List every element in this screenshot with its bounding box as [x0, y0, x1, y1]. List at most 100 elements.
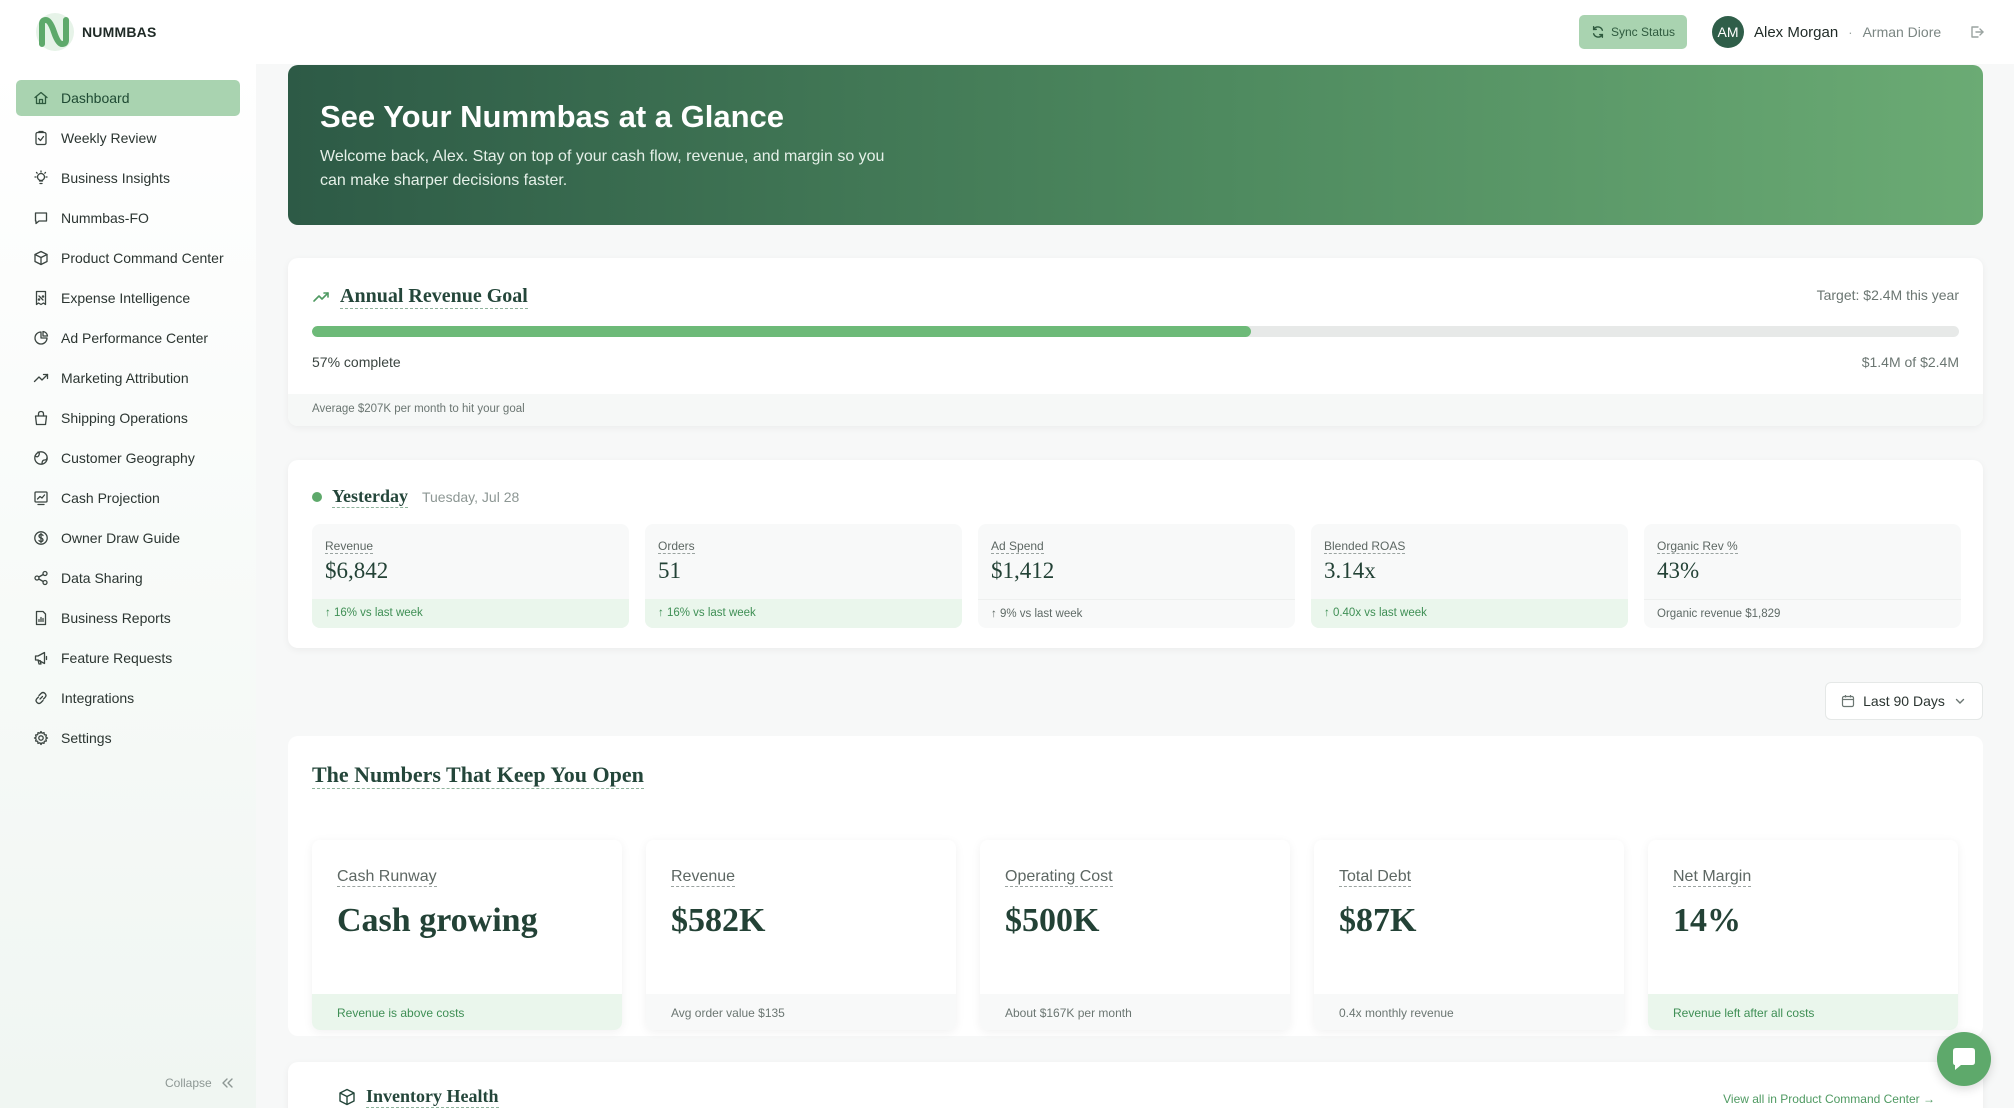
- kpi-change: ↑ 9% vs last week: [978, 599, 1295, 628]
- collapse-button[interactable]: Collapse: [165, 1076, 234, 1090]
- sidebar-item-settings[interactable]: Settings: [16, 720, 240, 756]
- chat-bubble-icon: [1953, 1048, 1975, 1070]
- kpi-label[interactable]: Ad Spend: [991, 539, 1044, 554]
- chart-icon: [34, 491, 48, 506]
- goal-progress-fill: [312, 326, 1251, 337]
- metric-net-margin: Net Margin 14% Revenue left after all cost…: [1648, 840, 1958, 1030]
- metric-note: 0.4x monthly revenue: [1314, 994, 1624, 1030]
- sync-status-button[interactable]: Sync Status: [1579, 15, 1687, 49]
- kpi-label[interactable]: Blended ROAS: [1324, 539, 1406, 554]
- kpi-change: ↑ 0.40x vs last week: [1311, 599, 1628, 628]
- goal-footer: Average $207K per month to hit your goal: [288, 394, 1983, 426]
- kpi-label[interactable]: Organic Rev %: [1657, 539, 1738, 554]
- kpi-value: $1,412: [991, 558, 1055, 583]
- sync-status-label: Sync Status: [1610, 25, 1676, 39]
- goal-progress-bar: [312, 326, 1959, 337]
- date-range-picker[interactable]: Last 90 Days: [1825, 682, 1983, 720]
- kpi-label[interactable]: Revenue: [325, 539, 374, 554]
- key-numbers-title[interactable]: The Numbers That Keep You Open: [312, 762, 644, 789]
- metric-label[interactable]: Total Debt: [1339, 868, 1412, 887]
- kpi-value: $6,842: [325, 558, 389, 583]
- metric-revenue: Revenue $582K Avg order value $135: [646, 840, 956, 1030]
- sidebar-item-product-command-center[interactable]: Product Command Center: [16, 240, 240, 276]
- inventory-title[interactable]: Inventory Health: [366, 1086, 499, 1108]
- yesterday-header: Yesterday Tuesday, Jul 28: [312, 486, 519, 508]
- chat-icon: [34, 212, 48, 225]
- goal-title[interactable]: Annual Revenue Goal: [340, 285, 528, 309]
- annual-revenue-goal-card: Annual Revenue Goal Target: $2.4M this y…: [288, 258, 1983, 426]
- receipt-icon: [35, 290, 47, 306]
- kpi-orders: Orders 51 ↑ 16% vs last week: [645, 524, 962, 628]
- kpi-organic-rev: Organic Rev % 43% Organic revenue $1,829: [1644, 524, 1961, 628]
- metric-value: $87K: [1339, 902, 1417, 939]
- sidebar-item-expense-intelligence[interactable]: Expense Intelligence: [16, 280, 240, 316]
- sidebar-item-shipping-operations[interactable]: Shipping Operations: [16, 400, 240, 436]
- sidebar-item-dashboard[interactable]: Dashboard: [16, 80, 240, 116]
- brand-logo[interactable]: NUMMBAS: [34, 12, 157, 52]
- user-separator: ·: [1848, 24, 1853, 40]
- sidebar-item-integrations[interactable]: Integrations: [16, 680, 240, 716]
- report-icon: [35, 610, 47, 626]
- welcome-banner: See Your Nummbas at a Glance Welcome bac…: [288, 65, 1983, 225]
- lightbulb-icon: [34, 170, 48, 185]
- box-icon: [34, 250, 48, 266]
- user-menu[interactable]: AM Alex Morgan · Arman Diore: [1700, 11, 1990, 53]
- sidebar-item-customer-geography[interactable]: Customer Geography: [16, 440, 240, 476]
- goal-percent: 57% complete: [312, 354, 401, 370]
- metric-label[interactable]: Operating Cost: [1005, 868, 1113, 887]
- sidebar-item-feature-requests[interactable]: Feature Requests: [16, 640, 240, 676]
- brand-name: NUMMBAS: [82, 24, 157, 40]
- sidebar-item-business-reports[interactable]: Business Reports: [16, 600, 240, 636]
- sidebar-item-label: Owner Draw Guide: [61, 530, 181, 546]
- sidebar-item-nummbas-fo[interactable]: Nummbas-FO: [16, 200, 240, 236]
- megaphone-icon: [34, 651, 48, 665]
- sidebar-item-label: Cash Projection: [61, 490, 160, 506]
- trending-up-icon: [313, 292, 329, 302]
- page-title: See Your Nummbas at a Glance: [320, 99, 785, 134]
- sidebar-item-business-insights[interactable]: Business Insights: [16, 160, 240, 196]
- logout-icon[interactable]: [1969, 24, 1985, 40]
- sidebar-item-owner-draw-guide[interactable]: Owner Draw Guide: [16, 520, 240, 556]
- welcome-subtitle: Welcome back, Alex. Stay on top of your …: [320, 148, 885, 189]
- sidebar-item-label: Customer Geography: [61, 450, 195, 466]
- home-icon: [34, 91, 48, 105]
- goal-target: Target: $2.4M this year: [1816, 287, 1959, 303]
- sidebar-item-weekly-review[interactable]: Weekly Review: [16, 120, 240, 156]
- metric-cash-runway: Cash Runway Cash growing Revenue is above …: [312, 840, 622, 1030]
- share-icon: [34, 570, 48, 586]
- metric-value: $582K: [671, 902, 766, 939]
- bag-icon: [34, 410, 48, 426]
- sidebar-item-label: Data Sharing: [61, 570, 143, 586]
- metric-value: Cash growing: [337, 902, 538, 939]
- metric-label[interactable]: Cash Runway: [337, 868, 437, 887]
- kpi-change: ↑ 16% vs last week: [312, 599, 629, 628]
- link-icon: [35, 691, 47, 705]
- kpi-revenue: Revenue $6,842 ↑ 16% vs last week: [312, 524, 629, 628]
- metric-value: $500K: [1005, 902, 1100, 939]
- yesterday-title[interactable]: Yesterday: [332, 486, 408, 508]
- kpi-value: 3.14x: [1324, 558, 1376, 583]
- sidebar-item-label: Shipping Operations: [61, 410, 188, 426]
- metric-label[interactable]: Net Margin: [1673, 868, 1752, 887]
- sidebar-item-ad-performance-center[interactable]: Ad Performance Center: [16, 320, 240, 356]
- chat-button[interactable]: [1937, 1032, 1991, 1086]
- avatar[interactable]: AM: [1712, 16, 1744, 48]
- kpi-change: ↑ 16% vs last week: [645, 599, 962, 628]
- view-all-inventory-link[interactable]: View all in Product Command Center →: [1723, 1092, 1935, 1106]
- sidebar-item-marketing-attribution[interactable]: Marketing Attribution: [16, 360, 240, 396]
- metric-note: Avg order value $135: [646, 994, 956, 1030]
- sidebar-item-label: Nummbas-FO: [61, 210, 149, 226]
- double-chevron-left-icon: [222, 1078, 233, 1088]
- sidebar-item-data-sharing[interactable]: Data Sharing: [16, 560, 240, 596]
- metric-note: Revenue left after all costs: [1648, 994, 1958, 1030]
- sidebar: Dashboard Weekly Review Business Insights N…: [0, 64, 256, 1108]
- metric-label[interactable]: Revenue: [671, 868, 736, 887]
- sidebar-item-label: Business Insights: [61, 170, 170, 186]
- sync-icon: [1592, 26, 1604, 38]
- sidebar-item-cash-projection[interactable]: Cash Projection: [16, 480, 240, 516]
- goal-amount: $1.4M of $2.4M: [1861, 354, 1959, 370]
- org-name: Arman Diore: [1862, 24, 1942, 40]
- kpi-ad-spend: Ad Spend $1,412 ↑ 9% vs last week: [978, 524, 1295, 628]
- sidebar-item-label: Ad Performance Center: [61, 330, 209, 346]
- kpi-label[interactable]: Orders: [658, 539, 695, 554]
